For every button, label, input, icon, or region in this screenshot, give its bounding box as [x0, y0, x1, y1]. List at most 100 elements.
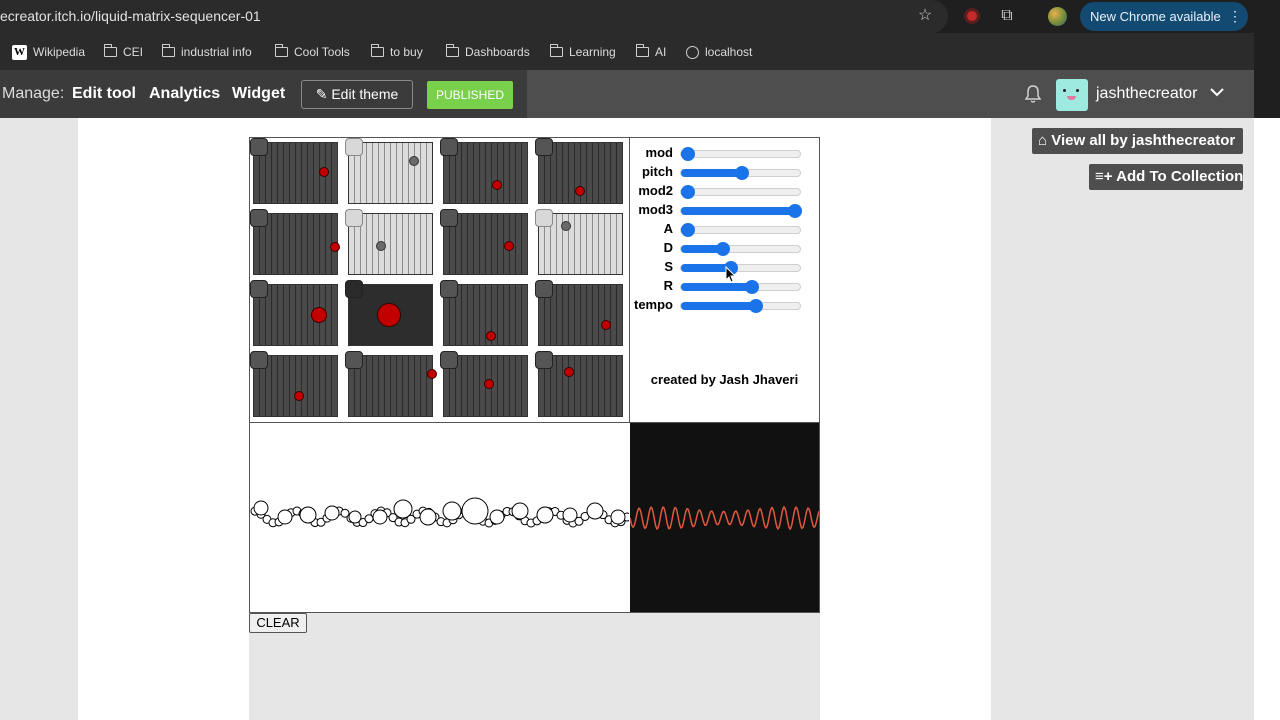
url-text[interactable]: ecreator.itch.io/liquid-matrix-sequencer… [0, 8, 261, 24]
cell-toggle[interactable] [535, 138, 553, 156]
sequencer-grid[interactable] [250, 138, 629, 422]
cell-toggle[interactable] [440, 351, 458, 369]
cell-toggle[interactable] [440, 209, 458, 227]
bell-icon[interactable] [1024, 84, 1044, 104]
user-avatar[interactable] [1056, 79, 1088, 111]
widget-link[interactable]: Widget [232, 70, 285, 118]
cell-dot [376, 241, 386, 251]
cell-dot [377, 303, 401, 327]
extensions-icon[interactable]: ⧉ [997, 6, 1017, 26]
username[interactable]: jashthecreator [1096, 70, 1197, 118]
cell-toggle[interactable] [345, 209, 363, 227]
slider-mod[interactable] [680, 147, 801, 161]
clear-button[interactable]: CLEAR [249, 613, 307, 633]
chrome-update-button[interactable]: New Chrome available ⋮ [1080, 2, 1248, 31]
edit-tool-link[interactable]: Edit tool [72, 70, 136, 118]
slider-thumb[interactable] [734, 166, 749, 180]
slider-r[interactable] [680, 280, 801, 294]
cell-dot [311, 307, 327, 323]
analytics-link[interactable]: Analytics [149, 70, 220, 118]
bubble [610, 509, 626, 525]
cell-toggle[interactable] [345, 351, 363, 369]
bookmark-to-buy[interactable]: to buy [370, 43, 423, 61]
cell-toggle[interactable] [535, 280, 553, 298]
bookmark-cei[interactable]: CEI [103, 43, 144, 61]
cell-toggle[interactable] [345, 280, 363, 298]
slider-thumb[interactable] [681, 185, 695, 199]
cell-toggle[interactable] [345, 138, 363, 156]
slider-a[interactable] [680, 223, 801, 237]
bookmark-ai[interactable]: AI [635, 43, 666, 61]
bubble [348, 510, 362, 524]
cell-toggle[interactable] [250, 138, 268, 156]
slider-thumb[interactable] [681, 223, 695, 237]
bookmark-learning[interactable]: Learning [549, 43, 616, 61]
slider-pitch[interactable] [680, 166, 801, 180]
cell-dot [484, 379, 494, 389]
slider-d[interactable] [680, 242, 801, 256]
slider-tempo[interactable] [680, 299, 801, 313]
bookmark-label: industrial info [181, 45, 252, 59]
playlist-add-icon: ≡+ [1095, 168, 1113, 185]
bubble [419, 508, 437, 526]
slider-s[interactable] [680, 261, 801, 275]
chevron-down-icon[interactable] [1210, 84, 1224, 100]
bookmark-localhost[interactable]: localhost [686, 43, 752, 61]
slider-label: tempo [634, 297, 673, 312]
bookmark-label: Wikipedia [33, 45, 86, 59]
slider-mod3[interactable] [680, 204, 802, 218]
cell-dot [427, 369, 437, 379]
cell-toggle[interactable] [250, 351, 268, 369]
cell-dot [504, 241, 514, 251]
bubble [372, 509, 388, 525]
bubble [324, 505, 340, 521]
bubble [299, 506, 317, 524]
scrollbar-track[interactable] [1254, 118, 1280, 720]
credit-text: created by Jash Jhaveri [650, 372, 799, 387]
globe-icon [686, 45, 699, 59]
itch-store-icon: ⌂ [1038, 132, 1048, 149]
waveform-scope [629, 423, 820, 612]
bookmark-star-icon[interactable]: ☆ [915, 6, 935, 26]
cell-dot [486, 331, 496, 341]
bookmark-label: Cool Tools [294, 45, 350, 59]
cell-dot [492, 180, 502, 190]
bookmark-industrial-info[interactable]: industrial info [161, 43, 252, 61]
bookmark-label: Dashboards [465, 45, 530, 59]
cell-toggle[interactable] [250, 209, 268, 227]
cell-dot [564, 367, 574, 377]
cell-toggle[interactable] [535, 351, 553, 369]
slider-mod2[interactable] [680, 185, 801, 199]
bubble [253, 500, 269, 516]
edit-theme-button[interactable]: ✎ Edit theme [301, 80, 413, 109]
cell-toggle[interactable] [250, 280, 268, 298]
cell-toggle[interactable] [535, 209, 553, 227]
folder-icon [103, 44, 117, 57]
slider-thumb[interactable] [681, 147, 695, 161]
bookmark-label: CEI [123, 45, 144, 59]
slider-label: mod2 [638, 183, 673, 198]
cell-dot [575, 186, 585, 196]
record-extension-icon[interactable] [964, 8, 980, 24]
bookmark-dashboards[interactable]: Dashboards [445, 43, 530, 61]
kebab-menu-icon[interactable]: ⋮ [1228, 2, 1242, 31]
slider-thumb[interactable] [788, 204, 802, 218]
bubble [586, 502, 604, 520]
published-badge[interactable]: PUBLISHED [427, 81, 513, 109]
cell-toggle[interactable] [440, 138, 458, 156]
bubble [393, 499, 413, 519]
view-all-button[interactable]: ⌂ View all by jashthecreator [1032, 128, 1243, 154]
folder-icon [445, 44, 459, 57]
cell-dot [409, 156, 419, 166]
bookmark-cool-tools[interactable]: Cool Tools [274, 43, 350, 61]
add-to-collection-button[interactable]: ≡+ Add To Collection [1089, 164, 1243, 190]
cell-dot [561, 221, 571, 231]
bookmark-wikipedia[interactable]: W Wikipedia [12, 43, 85, 61]
waveform-path [629, 505, 820, 531]
folder-icon [635, 44, 649, 57]
profile-avatar-icon[interactable] [1048, 7, 1067, 26]
paintbrush-icon: ✎ [315, 86, 328, 102]
address-bar[interactable]: ecreator.itch.io/liquid-matrix-sequencer… [0, 0, 948, 33]
bookmark-label: to buy [390, 45, 423, 59]
cell-toggle[interactable] [440, 280, 458, 298]
